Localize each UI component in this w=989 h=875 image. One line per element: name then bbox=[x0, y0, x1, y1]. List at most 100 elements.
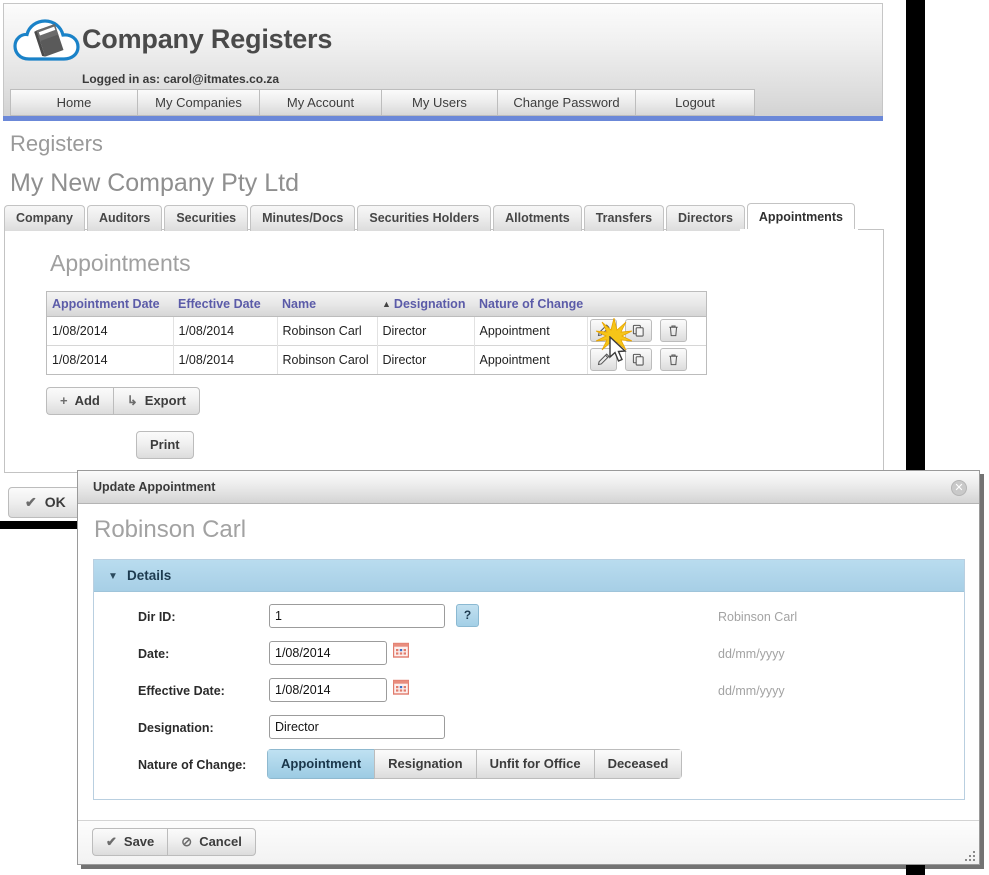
cell-effective-date: 1/08/2014 bbox=[173, 344, 278, 374]
copy-duplicate-icon[interactable] bbox=[624, 319, 652, 342]
cancel-button-label: Cancel bbox=[199, 834, 242, 849]
table-row[interactable]: 1/08/2014 1/08/2014 Robinson Carl Direct… bbox=[47, 315, 706, 345]
cell-nature-of-change: Appointment bbox=[474, 315, 588, 345]
dialog-footer-buttons: ✔ Save ⊘ Cancel bbox=[92, 828, 256, 856]
cell-effective-date: 1/08/2014 bbox=[173, 315, 278, 345]
cell-designation: Director bbox=[377, 315, 475, 345]
cell-name: Robinson Carl bbox=[277, 315, 378, 345]
designation-field[interactable] bbox=[269, 715, 445, 739]
nav-item-logout[interactable]: Logout bbox=[635, 89, 755, 116]
dialog-title: Update Appointment bbox=[93, 480, 216, 494]
close-icon[interactable]: ✕ bbox=[951, 480, 967, 496]
nature-option-resignation[interactable]: Resignation bbox=[374, 749, 476, 779]
app-header: Company Registers Logged in as: carol@it… bbox=[3, 3, 883, 116]
column-header-actions bbox=[587, 292, 706, 317]
tab-auditors[interactable]: Auditors bbox=[86, 205, 163, 231]
resize-grip-icon[interactable] bbox=[964, 849, 976, 861]
effective-date-label: Effective Date: bbox=[138, 684, 225, 698]
tab-directors[interactable]: Directors bbox=[666, 205, 745, 231]
main-nav: Home My Companies My Account My Users Ch… bbox=[10, 89, 755, 116]
column-header-designation-label: Designation bbox=[393, 296, 466, 311]
column-header-designation[interactable]: ▲ Designation bbox=[377, 292, 474, 317]
column-header-nature-of-change[interactable]: Nature of Change bbox=[474, 292, 587, 317]
breadcrumb: Registers bbox=[10, 131, 103, 156]
sort-ascending-icon: ▲ bbox=[382, 299, 391, 310]
details-panel-label: Details bbox=[127, 568, 172, 583]
ok-button[interactable]: ✔ OK bbox=[8, 487, 83, 518]
date-label: Date: bbox=[138, 647, 170, 661]
nature-option-appointment[interactable]: Appointment bbox=[267, 749, 375, 779]
dialog-titlebar[interactable]: Update Appointment ✕ bbox=[78, 471, 979, 504]
cell-actions bbox=[587, 344, 706, 374]
nav-item-my-users[interactable]: My Users bbox=[381, 89, 497, 116]
app-title: Company Registers bbox=[82, 24, 333, 54]
delete-trash-icon[interactable] bbox=[660, 319, 688, 342]
tab-securities[interactable]: Securities bbox=[164, 205, 249, 231]
cancel-button[interactable]: ⊘ Cancel bbox=[167, 828, 256, 856]
date-hint: dd/mm/yyyy bbox=[718, 647, 785, 661]
column-header-effective-date[interactable]: Effective Date bbox=[173, 292, 277, 317]
plus-icon: + bbox=[60, 393, 68, 408]
dir-id-label: Dir ID: bbox=[138, 610, 176, 624]
details-panel: ▼ Details Dir ID: ? Robinson Carl Date: … bbox=[93, 559, 965, 800]
active-tab-seam bbox=[740, 229, 858, 231]
browser-page: Company Registers Logged in as: carol@it… bbox=[0, 0, 906, 529]
tab-appointments[interactable]: Appointments bbox=[746, 203, 855, 231]
register-tabs: Company Auditors Securities Minutes/Docs… bbox=[4, 203, 857, 231]
cell-nature-of-change: Appointment bbox=[474, 344, 588, 374]
details-panel-header[interactable]: ▼ Details bbox=[94, 560, 964, 592]
check-icon: ✔ bbox=[25, 494, 37, 510]
tab-securities-holders[interactable]: Securities Holders bbox=[357, 205, 492, 231]
cloud-book-icon bbox=[13, 17, 81, 67]
add-button[interactable]: + Add bbox=[46, 387, 113, 415]
help-question-icon[interactable]: ? bbox=[456, 604, 479, 627]
appointments-table: Appointment Date Effective Date Name ▲ De… bbox=[46, 291, 707, 375]
print-button[interactable]: Print bbox=[136, 431, 194, 459]
cell-designation: Director bbox=[377, 344, 475, 374]
nature-option-unfit-for-office[interactable]: Unfit for Office bbox=[475, 749, 594, 779]
nature-of-change-label: Nature of Change: bbox=[138, 758, 247, 772]
screenshot-root: Company Registers Logged in as: carol@it… bbox=[0, 0, 989, 875]
nav-item-home[interactable]: Home bbox=[10, 89, 137, 116]
cell-name: Robinson Carol bbox=[277, 344, 378, 374]
tab-minutes-docs[interactable]: Minutes/Docs bbox=[250, 205, 356, 231]
dir-id-hint: Robinson Carl bbox=[718, 610, 798, 624]
save-button-label: Save bbox=[123, 834, 155, 849]
dir-id-field[interactable] bbox=[269, 604, 445, 628]
calendar-picker-icon[interactable] bbox=[392, 679, 410, 695]
delete-trash-icon[interactable] bbox=[660, 348, 688, 372]
check-icon: ✔ bbox=[106, 834, 117, 849]
section-title: Appointments bbox=[50, 250, 191, 276]
edit-pencil-icon[interactable] bbox=[589, 348, 617, 372]
column-header-name[interactable]: Name bbox=[277, 292, 377, 317]
details-form: Dir ID: ? Robinson Carl Date: dd/mm/yyyy… bbox=[94, 592, 964, 799]
page-content: Company Registers Logged in as: carol@it… bbox=[0, 0, 906, 521]
tab-transfers[interactable]: Transfers bbox=[583, 205, 665, 231]
table-header-row: Appointment Date Effective Date Name ▲ De… bbox=[47, 292, 706, 317]
export-button[interactable]: ↳ Export bbox=[112, 387, 200, 415]
column-header-appointment-date[interactable]: Appointment Date bbox=[47, 292, 173, 317]
date-field[interactable] bbox=[269, 641, 387, 665]
designation-label: Designation: bbox=[138, 721, 214, 735]
nav-item-my-account[interactable]: My Account bbox=[259, 89, 381, 116]
page-title: My New Company Pty Ltd bbox=[10, 169, 299, 197]
edit-pencil-icon[interactable] bbox=[589, 319, 617, 342]
calendar-picker-icon[interactable] bbox=[392, 642, 410, 658]
dialog-footer: ✔ Save ⊘ Cancel bbox=[78, 820, 979, 864]
table-row[interactable]: 1/08/2014 1/08/2014 Robinson Carol Direc… bbox=[47, 344, 706, 374]
nav-item-change-password[interactable]: Change Password bbox=[497, 89, 635, 116]
copy-duplicate-icon[interactable] bbox=[624, 348, 652, 372]
dialog-person-name: Robinson Carl bbox=[94, 516, 247, 543]
effective-date-field[interactable] bbox=[269, 678, 387, 702]
tab-company[interactable]: Company bbox=[4, 205, 85, 231]
tab-allotments[interactable]: Allotments bbox=[493, 205, 582, 231]
nav-item-my-companies[interactable]: My Companies bbox=[137, 89, 259, 116]
chevron-down-icon[interactable]: ▼ bbox=[108, 571, 118, 582]
export-button-label: Export bbox=[144, 393, 186, 408]
nature-option-deceased[interactable]: Deceased bbox=[593, 749, 683, 779]
header-accent-bar bbox=[3, 116, 883, 121]
cell-actions bbox=[587, 315, 706, 345]
save-button[interactable]: ✔ Save bbox=[92, 828, 168, 856]
logged-in-label: Logged in as: carol@itmates.co.za bbox=[82, 72, 280, 86]
nature-of-change-group: Appointment Resignation Unfit for Office… bbox=[267, 749, 683, 779]
